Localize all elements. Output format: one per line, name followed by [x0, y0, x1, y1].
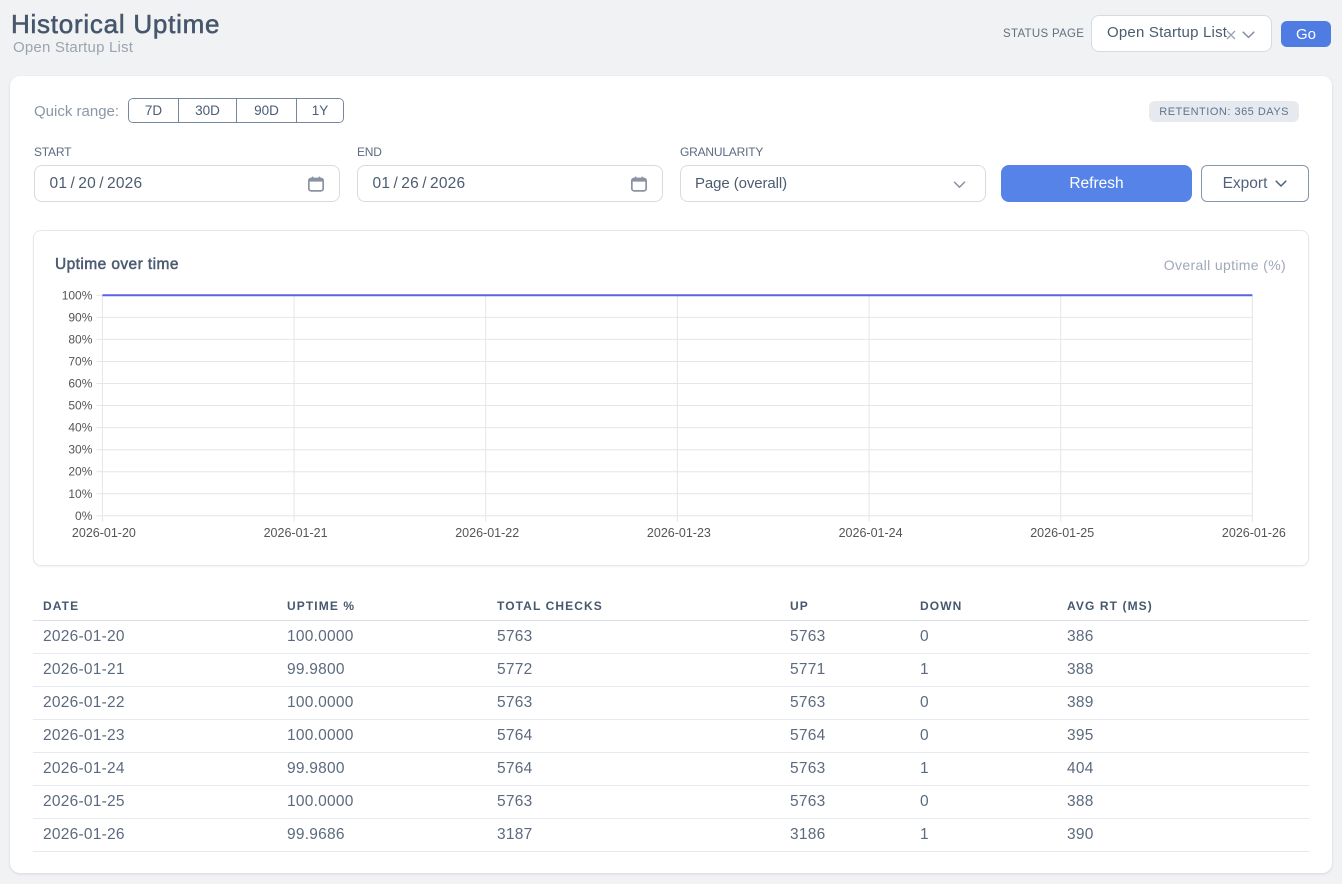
svg-text:50%: 50%	[68, 399, 92, 413]
svg-text:60%: 60%	[68, 377, 92, 391]
svg-text:80%: 80%	[68, 332, 92, 346]
svg-text:2026-01-24: 2026-01-24	[839, 526, 903, 540]
svg-text:2026-01-22: 2026-01-22	[455, 526, 519, 540]
svg-text:70%: 70%	[68, 355, 92, 369]
svg-text:10%: 10%	[68, 487, 92, 501]
svg-text:2026-01-20: 2026-01-20	[72, 526, 136, 540]
svg-text:30%: 30%	[68, 443, 92, 457]
svg-text:2026-01-23: 2026-01-23	[647, 526, 711, 540]
svg-text:40%: 40%	[68, 421, 92, 435]
svg-text:90%: 90%	[68, 310, 92, 324]
svg-text:2026-01-26: 2026-01-26	[1222, 526, 1286, 540]
svg-text:100%: 100%	[62, 288, 93, 302]
svg-text:20%: 20%	[68, 465, 92, 479]
svg-text:2026-01-21: 2026-01-21	[264, 526, 328, 540]
svg-text:0%: 0%	[75, 509, 93, 523]
svg-text:2026-01-25: 2026-01-25	[1030, 526, 1094, 540]
